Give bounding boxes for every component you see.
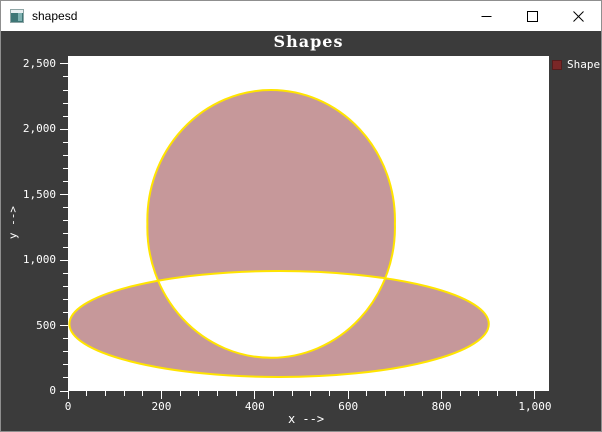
y-tick-label: 2,500 [22,56,56,70]
maximize-button[interactable] [509,1,555,31]
x-minor-tick [329,391,330,396]
app-window: shapesd Shapes Shape 0 200 400 600 800 1… [0,0,602,432]
x-minor-tick [216,391,218,396]
legend: Shape [552,58,600,71]
x-major-tick [160,391,162,399]
x-minor-tick [104,391,106,396]
y-major-tick [60,390,68,392]
x-minor-tick [235,391,237,396]
legend-label: Shape [567,58,601,71]
x-minor-tick [385,391,387,396]
x-major-tick [441,391,443,399]
x-minor-tick [403,391,405,396]
y-major-tick [60,194,68,196]
x-minor-tick [497,391,499,396]
title-bar[interactable]: shapesd [1,1,601,31]
shape-path [68,89,490,378]
x-minor-tick [422,391,424,396]
x-axis-title: x --> [287,412,325,426]
y-major-tick [60,259,68,261]
x-minor-tick [272,391,274,396]
y-major-tick [60,325,68,327]
x-major-tick [67,391,69,399]
x-minor-tick [86,391,88,396]
x-minor-tick [198,391,200,396]
chart-title: Shapes [273,32,344,51]
y-major-tick [60,128,68,130]
minimize-icon [481,11,492,22]
x-minor-tick [515,391,517,396]
close-button[interactable] [555,1,601,31]
close-icon [572,10,584,22]
x-tick-label: 0 [64,400,72,413]
x-minor-tick [366,391,368,396]
x-major-tick [254,391,256,399]
x-minor-tick [478,391,480,396]
window-controls [463,1,601,31]
legend-marker [552,59,562,70]
maximize-icon [526,10,538,22]
x-minor-tick [123,391,125,396]
x-minor-tick [310,391,312,396]
y-tick-label: 0 [49,384,56,397]
app-icon [10,9,24,23]
y-tick-label: 2,000 [22,122,56,136]
x-tick-label: 800 [431,400,452,413]
x-minor-tick [142,391,144,396]
y-tick-label: 500 [36,318,56,332]
x-tick-label: 200 [151,400,172,413]
x-minor-tick [179,391,181,396]
x-minor-tick [291,391,293,396]
window-title: shapesd [32,9,78,23]
x-tick-label: 1,000 [518,400,552,413]
x-major-tick [534,391,536,399]
shapes-canvas [68,89,490,378]
y-axis-title: y --> [6,205,20,240]
x-major-tick [347,391,349,399]
plot-area [68,56,549,391]
y-major-tick [60,63,68,65]
minimize-button[interactable] [463,1,509,31]
x-minor-tick [459,391,461,396]
